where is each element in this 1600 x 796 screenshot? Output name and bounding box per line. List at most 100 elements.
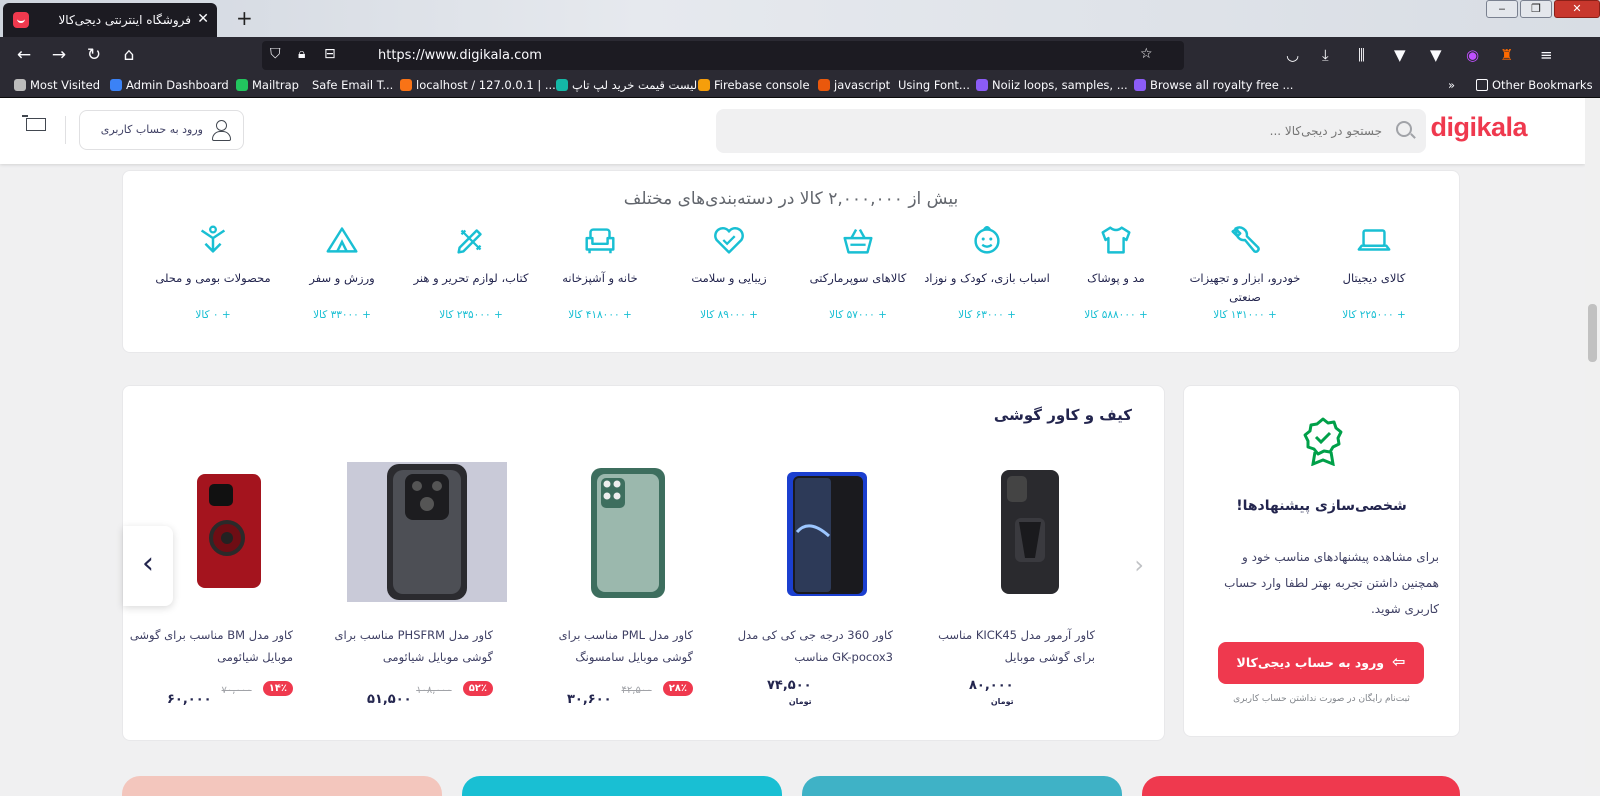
search-input[interactable] [782, 109, 1382, 153]
digikala-logo[interactable]: digikala [1430, 112, 1527, 143]
category-item[interactable]: کالاهای سوپرمارکتی + ۵۷۰۰۰ کالا [795, 221, 921, 321]
product-image [1001, 470, 1059, 594]
login-label: ورود به حساب کاربری [100, 123, 203, 136]
category-item[interactable]: ورزش و سفر + ۳۳۰۰۰ کالا [279, 221, 405, 321]
restore-icon[interactable]: ❐ [1520, 0, 1552, 18]
downloads-icon[interactable]: ⤓ [1322, 46, 1329, 64]
product-card[interactable]: کاور مدل PML مناسب برای گوشی موبایل سامس… [527, 462, 707, 718]
product-card[interactable]: کاور آرمور مدل KICK45 مناسب برای گوشی مو… [929, 462, 1109, 718]
login-icon: ⇦ [1392, 652, 1406, 671]
tab-title: فروشگاه اینترنتی دیجی‌کالا [58, 13, 191, 27]
currency-label: تومان [788, 697, 812, 706]
discount-badge: ۱۴٪ [262, 681, 293, 696]
login-button[interactable]: ورود به حساب کاربری [79, 110, 244, 150]
forward-icon[interactable]: → [47, 45, 71, 65]
category-item[interactable]: مد و پوشاک + ۵۸۸۰۰۰ کالا [1053, 221, 1179, 321]
old-price: ۷۰,۰۰۰ [221, 685, 252, 696]
bookmark-localhost[interactable]: localhost / 127.0.0.1 | ... [400, 78, 556, 92]
noiiz-icon [976, 79, 988, 91]
search-box[interactable] [716, 109, 1426, 153]
promo-banner[interactable] [122, 776, 442, 796]
discount-badge: ۲۸٪ [662, 681, 693, 696]
user-icon [211, 120, 231, 141]
category-item[interactable]: کالای دیجیتال + ۲۲۵۰۰۰ کالا [1311, 221, 1437, 321]
category-item[interactable]: زیبایی و سلامت + ۸۹۰۰۰ کالا [666, 221, 792, 321]
cart-icon[interactable] [22, 115, 48, 137]
discount-badge: ۵۲٪ [462, 681, 493, 696]
category-item[interactable]: کتاب، لوازم تحریر و هنر + ۲۳۵۰۰۰ کالا [408, 221, 534, 321]
search-icon [1396, 121, 1412, 137]
bookmark-star-icon[interactable]: ☆ [1140, 46, 1153, 62]
bookmark-noiiz[interactable]: Noiiz loops, samples, ... [976, 78, 1128, 92]
bookmark-firebase[interactable]: Firebase console [698, 78, 810, 92]
category-item[interactable]: اسباب بازی، کودک و نوزاد + ۶۳۰۰۰ کالا [924, 221, 1050, 321]
carousel-title: کیف و کاور گوشی [993, 406, 1132, 424]
close-window-icon[interactable]: ✕ [1554, 0, 1600, 18]
bookmark-mailtrap[interactable]: Mailtrap [236, 78, 299, 92]
tent-icon [326, 227, 358, 253]
chevron-left-icon[interactable]: ‹ [123, 526, 173, 606]
extension4-icon[interactable]: ♜ [1500, 46, 1513, 64]
signup-note: ثبت‌نام رایگان در صورت نداشتن حساب کاربر… [1233, 694, 1410, 704]
bookmark-admin-dashboard[interactable]: Admin Dashboard [110, 78, 229, 92]
noiiz-icon [1134, 79, 1146, 91]
promo-banner[interactable] [1142, 776, 1460, 796]
new-tab-icon[interactable]: + [236, 6, 253, 30]
bookmark-laptop-prices[interactable]: لیست قیمت خرید لپ تاپ [556, 78, 697, 92]
bookmark-other[interactable]: Other Bookmarks [1476, 78, 1593, 92]
minimize-icon[interactable]: ‒ [1486, 0, 1518, 18]
navigation-toolbar: ← → ↻ ⌂ ⛉ 🔒︎ ⊟ https://www.digikala.com … [0, 37, 1600, 74]
digikala-login-button[interactable]: ⇦ورود به حساب دیجی‌کالا [1218, 642, 1424, 684]
extension2-icon[interactable]: ▼ [1430, 46, 1442, 64]
browser-tab[interactable]: فروشگاه اینترنتی دیجی‌کالا ✕ [3, 3, 217, 37]
header-divider [65, 116, 66, 144]
promo-banner[interactable] [462, 776, 782, 796]
bookmarks-overflow-icon[interactable]: » [1448, 78, 1455, 92]
menu-icon[interactable]: ≡ [1540, 46, 1553, 64]
bookmark-safe-email[interactable]: Safe Email T... [312, 78, 393, 92]
product-price: ۸۰,۰۰۰ [969, 678, 1014, 693]
permissions-icon[interactable]: ⊟ [324, 46, 336, 62]
product-price: ۳۰,۶۰۰ [567, 692, 612, 707]
product-image [347, 462, 507, 602]
bookmark-most-visited[interactable]: Most Visited [14, 78, 100, 92]
personalize-text: برای مشاهده پیشنهادهای مناسب خود و همچنی… [1224, 550, 1439, 616]
category-item[interactable]: خانه و آشپزخانه + ۴۱۸۰۰۰ کالا [537, 221, 663, 321]
laptop-icon [1357, 229, 1391, 251]
product-card[interactable]: کاور 360 درجه جی کی کی مدل GK-pocox3 منا… [727, 462, 907, 718]
extension3-icon[interactable]: ◉ [1466, 46, 1479, 64]
site-icon [556, 79, 568, 91]
products-carousel: کیف و کاور گوشی › کاور آرمور مدل KICK45 … [122, 385, 1165, 741]
chevron-right-icon[interactable]: › [1134, 551, 1144, 579]
window-titlebar: فروشگاه اینترنتی دیجی‌کالا ✕ + ‒ ❐ ✕ [0, 0, 1600, 37]
product-card[interactable]: کاور مدل PHSFRM مناسب برای گوشی موبایل ش… [327, 462, 507, 718]
address-bar[interactable]: ⛉ 🔒︎ ⊟ https://www.digikala.com ☆ [262, 41, 1184, 70]
scrollbar-thumb[interactable] [1588, 304, 1597, 362]
categories-section: بیش از ۲,۰۰۰,۰۰۰ کالا در دسته‌بندی‌های م… [122, 170, 1460, 353]
product-image [787, 472, 867, 596]
bookmark-using-font[interactable]: Using Font... [898, 78, 970, 92]
personalize-card: شخصی‌سازی پیشنهادها! برای مشاهده پیشنهاد… [1183, 385, 1460, 737]
firebase-icon [698, 79, 710, 91]
badge-check-icon [1303, 417, 1343, 466]
url-text[interactable]: https://www.digikala.com [378, 48, 542, 63]
extension-icon[interactable]: ▼ [1394, 46, 1406, 64]
category-item[interactable]: محصولات بومی و محلی + ۰ کالا [150, 221, 276, 321]
reload-icon[interactable]: ↻ [82, 45, 106, 65]
bookmark-javascript[interactable]: javascript [818, 78, 890, 92]
mail-icon [236, 79, 248, 91]
bookmark-royalty-free[interactable]: Browse all royalty free ... [1134, 78, 1293, 92]
sofa-icon [585, 228, 615, 254]
page-scrollbar[interactable] [1585, 98, 1600, 787]
lock-icon[interactable]: 🔒︎ [298, 46, 305, 62]
pocket-icon[interactable]: ◡ [1286, 46, 1299, 64]
close-tab-icon[interactable]: ✕ [197, 11, 209, 27]
library-icon[interactable]: ⫼ [1358, 46, 1365, 64]
shield-icon[interactable]: ⛉ [270, 46, 281, 62]
site-icon [110, 79, 122, 91]
back-icon[interactable]: ← [12, 45, 36, 65]
bookmarks-bar: Most Visited Admin Dashboard Mailtrap Sa… [0, 74, 1600, 98]
category-item[interactable]: خودرو، ابزار و تجهیزات صنعتی + ۱۳۱۰۰۰ کا… [1182, 221, 1308, 321]
home-icon[interactable]: ⌂ [117, 45, 141, 65]
promo-banner[interactable] [802, 776, 1122, 796]
